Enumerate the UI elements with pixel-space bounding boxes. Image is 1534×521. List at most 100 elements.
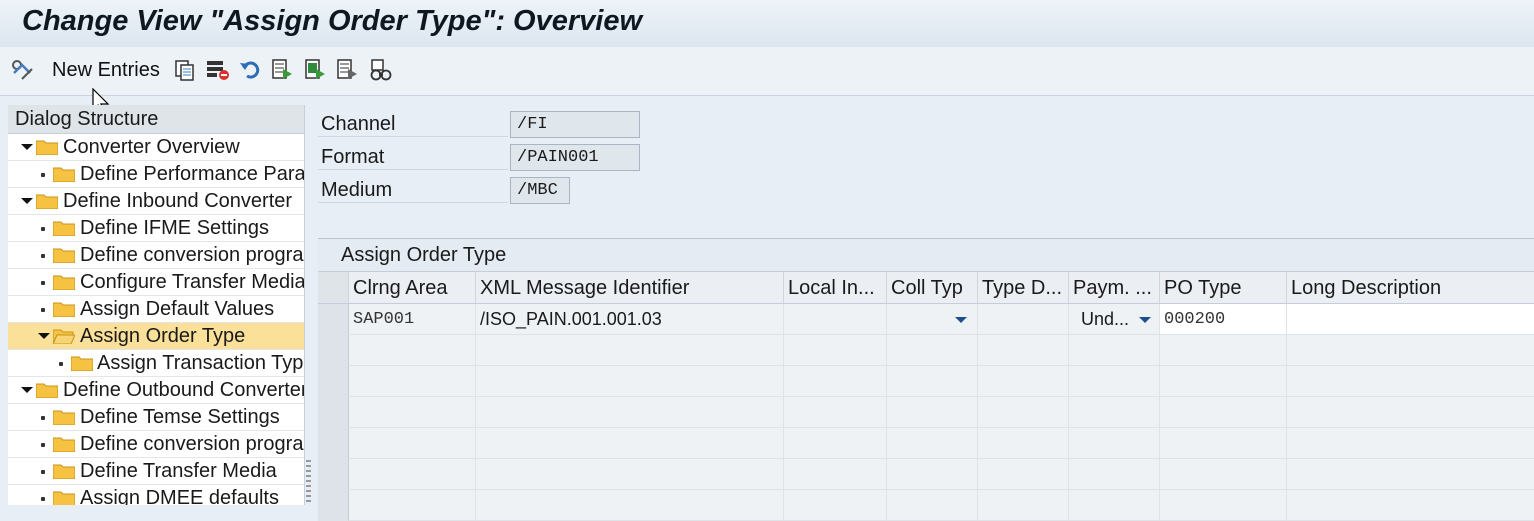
type-d-value [978, 309, 982, 329]
expand-arrow-icon[interactable] [21, 387, 33, 393]
expand-arrow-icon[interactable] [21, 198, 33, 204]
tree-item-define-transfer-media[interactable]: Define Transfer Media [8, 458, 304, 485]
tree-item-define-conversion-program-outbound[interactable]: Define conversion progra [8, 431, 304, 458]
column-header-coll-typ[interactable]: Coll Typ [887, 272, 978, 303]
tree-item-define-conversion-program-inbound[interactable]: Define conversion progra [8, 242, 304, 269]
row-selector[interactable] [318, 490, 349, 521]
tree-item-converter-overview[interactable]: Converter Overview [8, 134, 304, 161]
medium-field-row: Medium /MBC [318, 175, 642, 204]
select-block-icon [304, 59, 326, 81]
deselect-all-button[interactable] [336, 57, 358, 83]
empty-cell [978, 490, 1069, 521]
empty-cell [349, 335, 476, 366]
folder-icon [53, 491, 75, 505]
folder-icon [36, 140, 58, 155]
table-row [318, 366, 1534, 397]
delete-button[interactable] [206, 57, 229, 83]
tree-item-label: Define Outbound Converter [63, 379, 305, 401]
tree-item-configure-transfer-media[interactable]: Configure Transfer Media [8, 269, 304, 296]
dropdown-arrow-icon[interactable] [1139, 317, 1151, 323]
empty-cell [1069, 459, 1160, 490]
tree-item-label: Assign Default Values [80, 298, 275, 320]
display-change-button[interactable] [10, 57, 33, 83]
dialog-structure-panel: Dialog Structure Converter Overview Defi… [8, 105, 305, 505]
empty-cell [1160, 335, 1287, 366]
tree-item-label: Assign Order Type [80, 325, 246, 347]
column-header-paym[interactable]: Paym. ... [1069, 272, 1160, 303]
table-title: Assign Order Type [318, 239, 1534, 272]
paym-value: Und... [1081, 309, 1130, 329]
row-selector[interactable] [318, 304, 349, 335]
tree-item-assign-default-values[interactable]: Assign Default Values [8, 296, 304, 323]
tree-item-define-inbound-converter[interactable]: Define Inbound Converter [8, 188, 304, 215]
empty-cell [1160, 428, 1287, 459]
empty-cell [476, 490, 784, 521]
leaf-bullet-icon [41, 470, 45, 474]
open-folder-icon [53, 329, 75, 344]
empty-cell [887, 490, 978, 521]
tree-item-label: Define Transfer Media [80, 460, 277, 482]
po-type-input[interactable]: 000200 [1160, 304, 1287, 335]
empty-cell [476, 397, 784, 428]
copy-button[interactable] [174, 57, 196, 83]
row-selector[interactable] [318, 397, 349, 428]
select-all-rows-cell[interactable] [318, 272, 349, 303]
empty-cell [1287, 428, 1534, 459]
column-header-long-description[interactable]: Long Description [1287, 272, 1534, 303]
dropdown-arrow-icon[interactable] [955, 317, 967, 323]
row-selector[interactable] [318, 459, 349, 490]
tree-item-define-temse-settings[interactable]: Define Temse Settings [8, 404, 304, 431]
table-row [318, 335, 1534, 366]
empty-cell [1069, 335, 1160, 366]
empty-cell [784, 335, 887, 366]
tree-item-assign-order-type[interactable]: Assign Order Type [8, 323, 304, 350]
print-button[interactable] [369, 57, 392, 83]
title-bar: Change View "Assign Order Type": Overvie… [0, 0, 1534, 48]
channel-field-row: Channel /FI [318, 109, 642, 138]
row-selector[interactable] [318, 335, 349, 366]
tree-item-define-outbound-converter[interactable]: Define Outbound Converter [8, 377, 304, 404]
tree-item-label: Assign Transaction Typ [97, 352, 304, 374]
expand-arrow-icon[interactable] [21, 144, 33, 150]
empty-cell [978, 397, 1069, 428]
empty-cell [476, 459, 784, 490]
column-header-type-d[interactable]: Type D... [978, 272, 1069, 303]
empty-cell [1069, 366, 1160, 397]
format-field-row: Format /PAIN001 [318, 142, 642, 171]
folder-icon [53, 248, 75, 263]
tree-item-assign-transaction-type[interactable]: Assign Transaction Typ [8, 350, 304, 377]
table-header-row: Clrng Area XML Message Identifier Local … [318, 272, 1534, 304]
empty-cell [1160, 459, 1287, 490]
empty-cell [1287, 397, 1534, 428]
leaf-bullet-icon [41, 227, 45, 231]
coll-typ-dropdown[interactable] [887, 304, 978, 335]
long-description-input[interactable] [1287, 304, 1534, 335]
row-selector[interactable] [318, 366, 349, 397]
tree-item-label: Define Inbound Converter [63, 190, 293, 212]
medium-label: Medium [318, 175, 508, 203]
xml-message-identifier-value: /ISO_PAIN.001.001.03 [480, 309, 662, 329]
new-entries-button[interactable]: New Entries [52, 57, 160, 83]
leaf-bullet-icon [59, 362, 63, 366]
column-header-local-in[interactable]: Local In... [784, 272, 887, 303]
column-header-xml-message-identifier[interactable]: XML Message Identifier [476, 272, 784, 303]
tree-item-assign-dmee-defaults[interactable]: Assign DMEE defaults [8, 485, 304, 505]
column-header-clrng-area[interactable]: Clrng Area [349, 272, 476, 303]
tree-item-define-ifme-settings[interactable]: Define IFME Settings [8, 215, 304, 242]
tree-item-label: Define IFME Settings [80, 217, 269, 239]
assign-order-type-table: Assign Order Type Clrng Area XML Message… [318, 238, 1534, 521]
empty-cell [887, 428, 978, 459]
panel-splitter-handle[interactable] [306, 460, 311, 505]
column-header-po-type[interactable]: PO Type [1160, 272, 1287, 303]
select-all-button[interactable] [271, 57, 293, 83]
expand-arrow-icon[interactable] [38, 333, 50, 339]
folder-icon [53, 437, 75, 452]
paym-dropdown[interactable]: Und... [1069, 304, 1160, 335]
table-row [318, 397, 1534, 428]
select-block-button[interactable] [304, 57, 326, 83]
folder-icon [53, 275, 75, 290]
row-selector[interactable] [318, 428, 349, 459]
dialog-structure-header: Dialog Structure [8, 105, 304, 134]
tree-item-define-performance[interactable]: Define Performance Parar [8, 161, 304, 188]
undo-button[interactable] [239, 57, 261, 83]
